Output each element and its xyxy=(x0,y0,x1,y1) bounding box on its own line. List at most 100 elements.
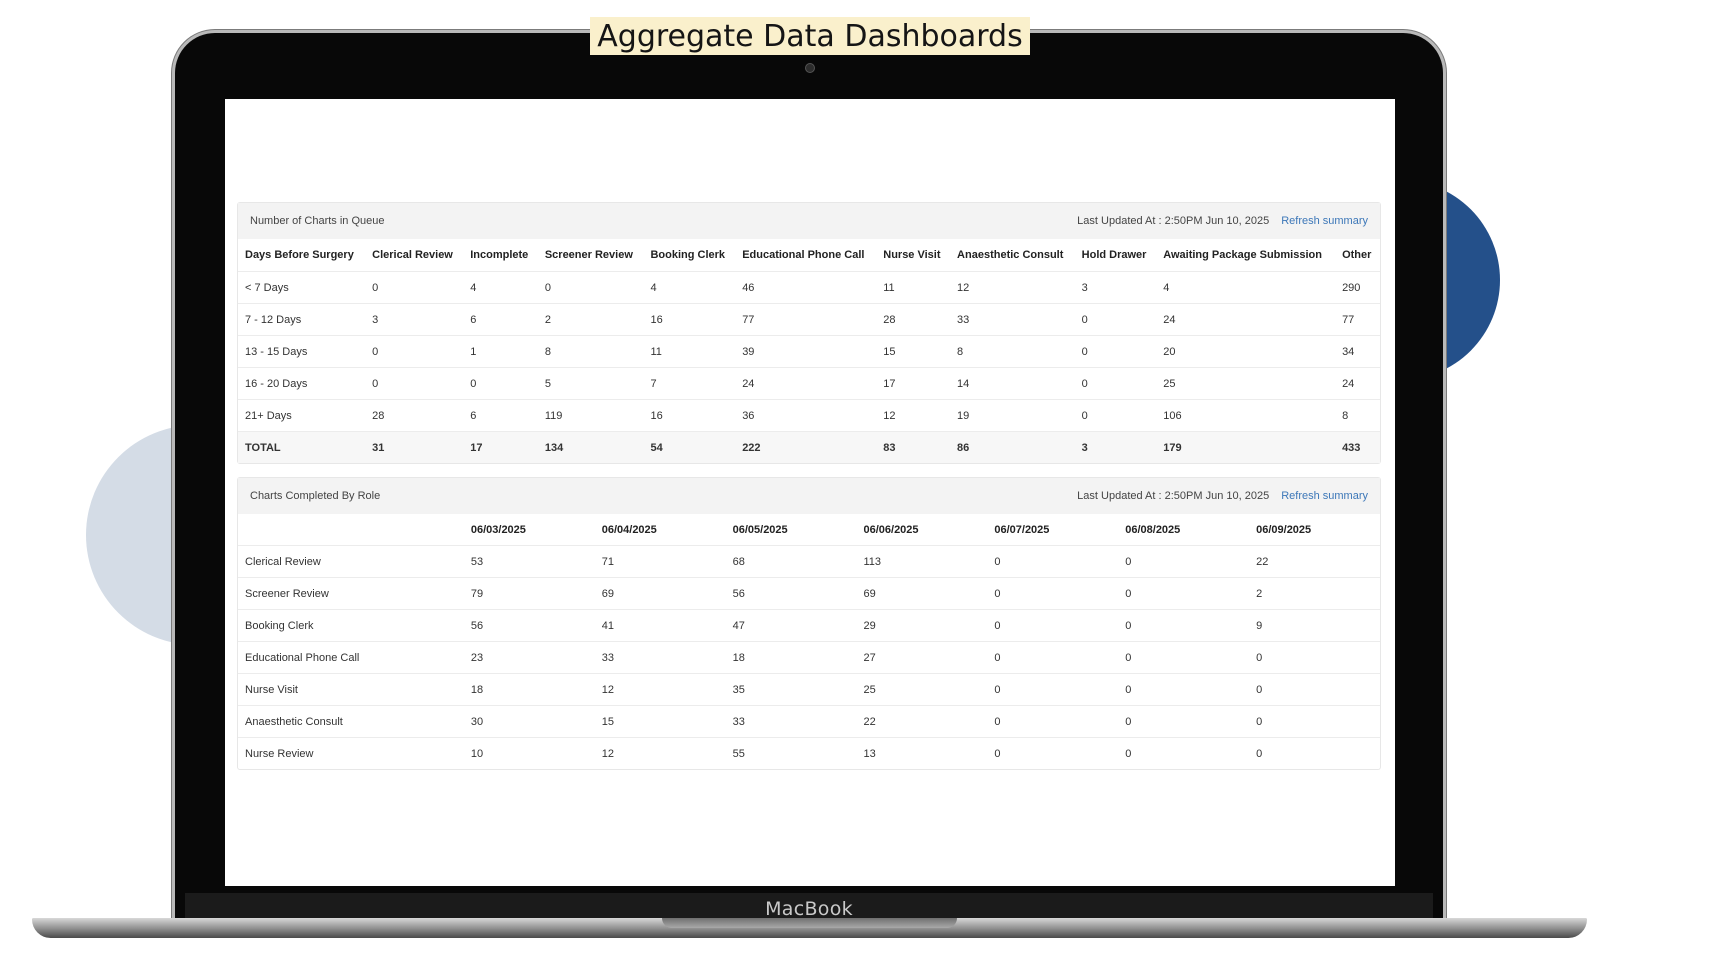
table-cell: 10 xyxy=(463,737,595,769)
column-header: Awaiting Package Submission xyxy=(1163,249,1322,261)
column-header: Booking Clerk xyxy=(650,249,726,261)
table-cell: 0 xyxy=(463,367,538,400)
table-cell: 0 xyxy=(1249,641,1380,674)
table-cell: 22 xyxy=(856,705,988,738)
column-header: Days Before Surgery xyxy=(245,249,354,261)
panel-title: Charts Completed By Role xyxy=(250,490,381,502)
table-cell: 15 xyxy=(876,335,951,368)
table-cell: 4 xyxy=(1156,271,1336,304)
table-cell: 46 xyxy=(735,271,877,304)
table-row: 16 - 20 Days 0 0 5 7 24 17 14 0 25 24 xyxy=(238,367,1380,400)
banner-title: Aggregate Data Dashboards xyxy=(590,17,1030,55)
table-cell: 9 xyxy=(1249,609,1380,642)
table-cell: 0 xyxy=(987,641,1119,674)
table-cell: 11 xyxy=(876,271,951,304)
row-label: Educational Phone Call xyxy=(238,641,464,674)
column-header: 06/03/2025 xyxy=(470,523,526,536)
table-cell: 8 xyxy=(537,335,644,368)
table-cell: 16 xyxy=(643,303,736,336)
table-cell: 18 xyxy=(725,641,857,674)
table-cell: 55 xyxy=(725,737,857,769)
total-cell: 54 xyxy=(643,431,736,463)
table-cell: 0 xyxy=(1118,545,1250,578)
table-cell: 29 xyxy=(856,609,988,642)
laptop-base xyxy=(32,918,1587,938)
total-cell: 83 xyxy=(876,431,951,463)
table-cell: 24 xyxy=(735,367,877,400)
table-cell: 28 xyxy=(876,303,951,336)
table-row: Anaesthetic Consult 30 15 33 22 0 0 0 xyxy=(238,705,1380,738)
total-cell: 222 xyxy=(735,431,877,463)
table-cell: 77 xyxy=(735,303,877,336)
table-cell: 0 xyxy=(365,271,464,304)
table-cell: 28 xyxy=(365,399,464,432)
table-cell: 4 xyxy=(463,271,538,304)
table-row: 7 - 12 Days 3 6 2 16 77 28 33 0 24 77 xyxy=(238,303,1380,336)
total-cell: 179 xyxy=(1156,431,1336,463)
total-cell: 17 xyxy=(463,431,538,463)
table-cell: 6 xyxy=(463,303,538,336)
table-row: 21+ Days 28 6 119 16 36 12 19 0 106 8 xyxy=(238,399,1380,432)
total-row: TOTAL 31 17 134 54 222 83 86 3 179 433 xyxy=(238,431,1380,463)
column-header: Other xyxy=(1342,249,1372,261)
table-cell: 8 xyxy=(1335,399,1380,432)
refresh-summary-link[interactable]: Refresh summary xyxy=(1281,215,1368,227)
table-cell: 12 xyxy=(594,737,726,769)
panel-header-actions: Last Updated At : 2:50PM Jun 10, 2025 Re… xyxy=(1077,215,1368,227)
table-cell: 56 xyxy=(725,577,857,610)
table-cell: 12 xyxy=(876,399,951,432)
table-cell: 0 xyxy=(987,737,1119,769)
table-cell: 20 xyxy=(1156,335,1336,368)
column-header: Screener Review xyxy=(544,249,633,261)
table-cell: 3 xyxy=(1074,271,1157,304)
table-cell: 77 xyxy=(1335,303,1380,336)
table-cell: 0 xyxy=(1249,673,1380,706)
table-cell: 69 xyxy=(594,577,726,610)
table-cell: 47 xyxy=(725,609,857,642)
table-cell: 0 xyxy=(987,545,1119,578)
table-cell: 290 xyxy=(1335,271,1380,304)
refresh-summary-link[interactable]: Refresh summary xyxy=(1281,490,1368,502)
table-row: Clerical Review 53 71 68 113 0 0 22 xyxy=(238,545,1380,578)
table-cell: 0 xyxy=(1249,737,1380,769)
column-header: 06/07/2025 xyxy=(994,523,1050,536)
table-cell: 71 xyxy=(594,545,726,578)
row-label: Booking Clerk xyxy=(238,609,464,642)
column-header: 06/04/2025 xyxy=(601,523,657,536)
table-cell: 15 xyxy=(594,705,726,738)
table-cell: 7 xyxy=(643,367,736,400)
table-cell: 113 xyxy=(856,545,988,578)
table-cell: 24 xyxy=(1335,367,1380,400)
table-cell: 53 xyxy=(463,545,595,578)
table-cell: 25 xyxy=(1156,367,1336,400)
table-cell: 33 xyxy=(594,641,726,674)
table-cell: 0 xyxy=(365,367,464,400)
table-cell: 0 xyxy=(537,271,644,304)
total-label: TOTAL xyxy=(238,431,366,463)
table-cell: 39 xyxy=(735,335,877,368)
table-header-row: 06/03/2025 06/04/2025 06/05/2025 06/06/2025… xyxy=(238,514,1380,546)
table-cell: 106 xyxy=(1156,399,1336,432)
table-cell: 0 xyxy=(1074,335,1157,368)
last-updated-text: Last Updated At : 2:50PM Jun 10, 2025 xyxy=(1077,490,1270,502)
table-cell: 0 xyxy=(987,673,1119,706)
table-cell: 22 xyxy=(1249,545,1380,578)
table-cell: 18 xyxy=(463,673,595,706)
table-cell: 35 xyxy=(725,673,857,706)
camera-icon xyxy=(805,63,815,73)
table-cell: 0 xyxy=(1118,705,1250,738)
table-cell: 119 xyxy=(537,399,644,432)
total-cell: 86 xyxy=(950,431,1075,463)
laptop-screen: Number of Charts in Queue Last Updated A… xyxy=(225,99,1395,886)
table-cell: 4 xyxy=(643,271,736,304)
table-cell: 33 xyxy=(725,705,857,738)
table-header-row: Days Before Surgery Clerical Review Incomp… xyxy=(238,239,1380,272)
total-cell: 433 xyxy=(1335,431,1380,463)
table-cell: 0 xyxy=(1118,641,1250,674)
table-cell: 12 xyxy=(950,271,1075,304)
table-cell: 0 xyxy=(1118,577,1250,610)
laptop-notch xyxy=(662,918,957,928)
row-label: 7 - 12 Days xyxy=(238,303,366,336)
column-header: 06/05/2025 xyxy=(732,523,788,536)
table-cell: 0 xyxy=(365,335,464,368)
